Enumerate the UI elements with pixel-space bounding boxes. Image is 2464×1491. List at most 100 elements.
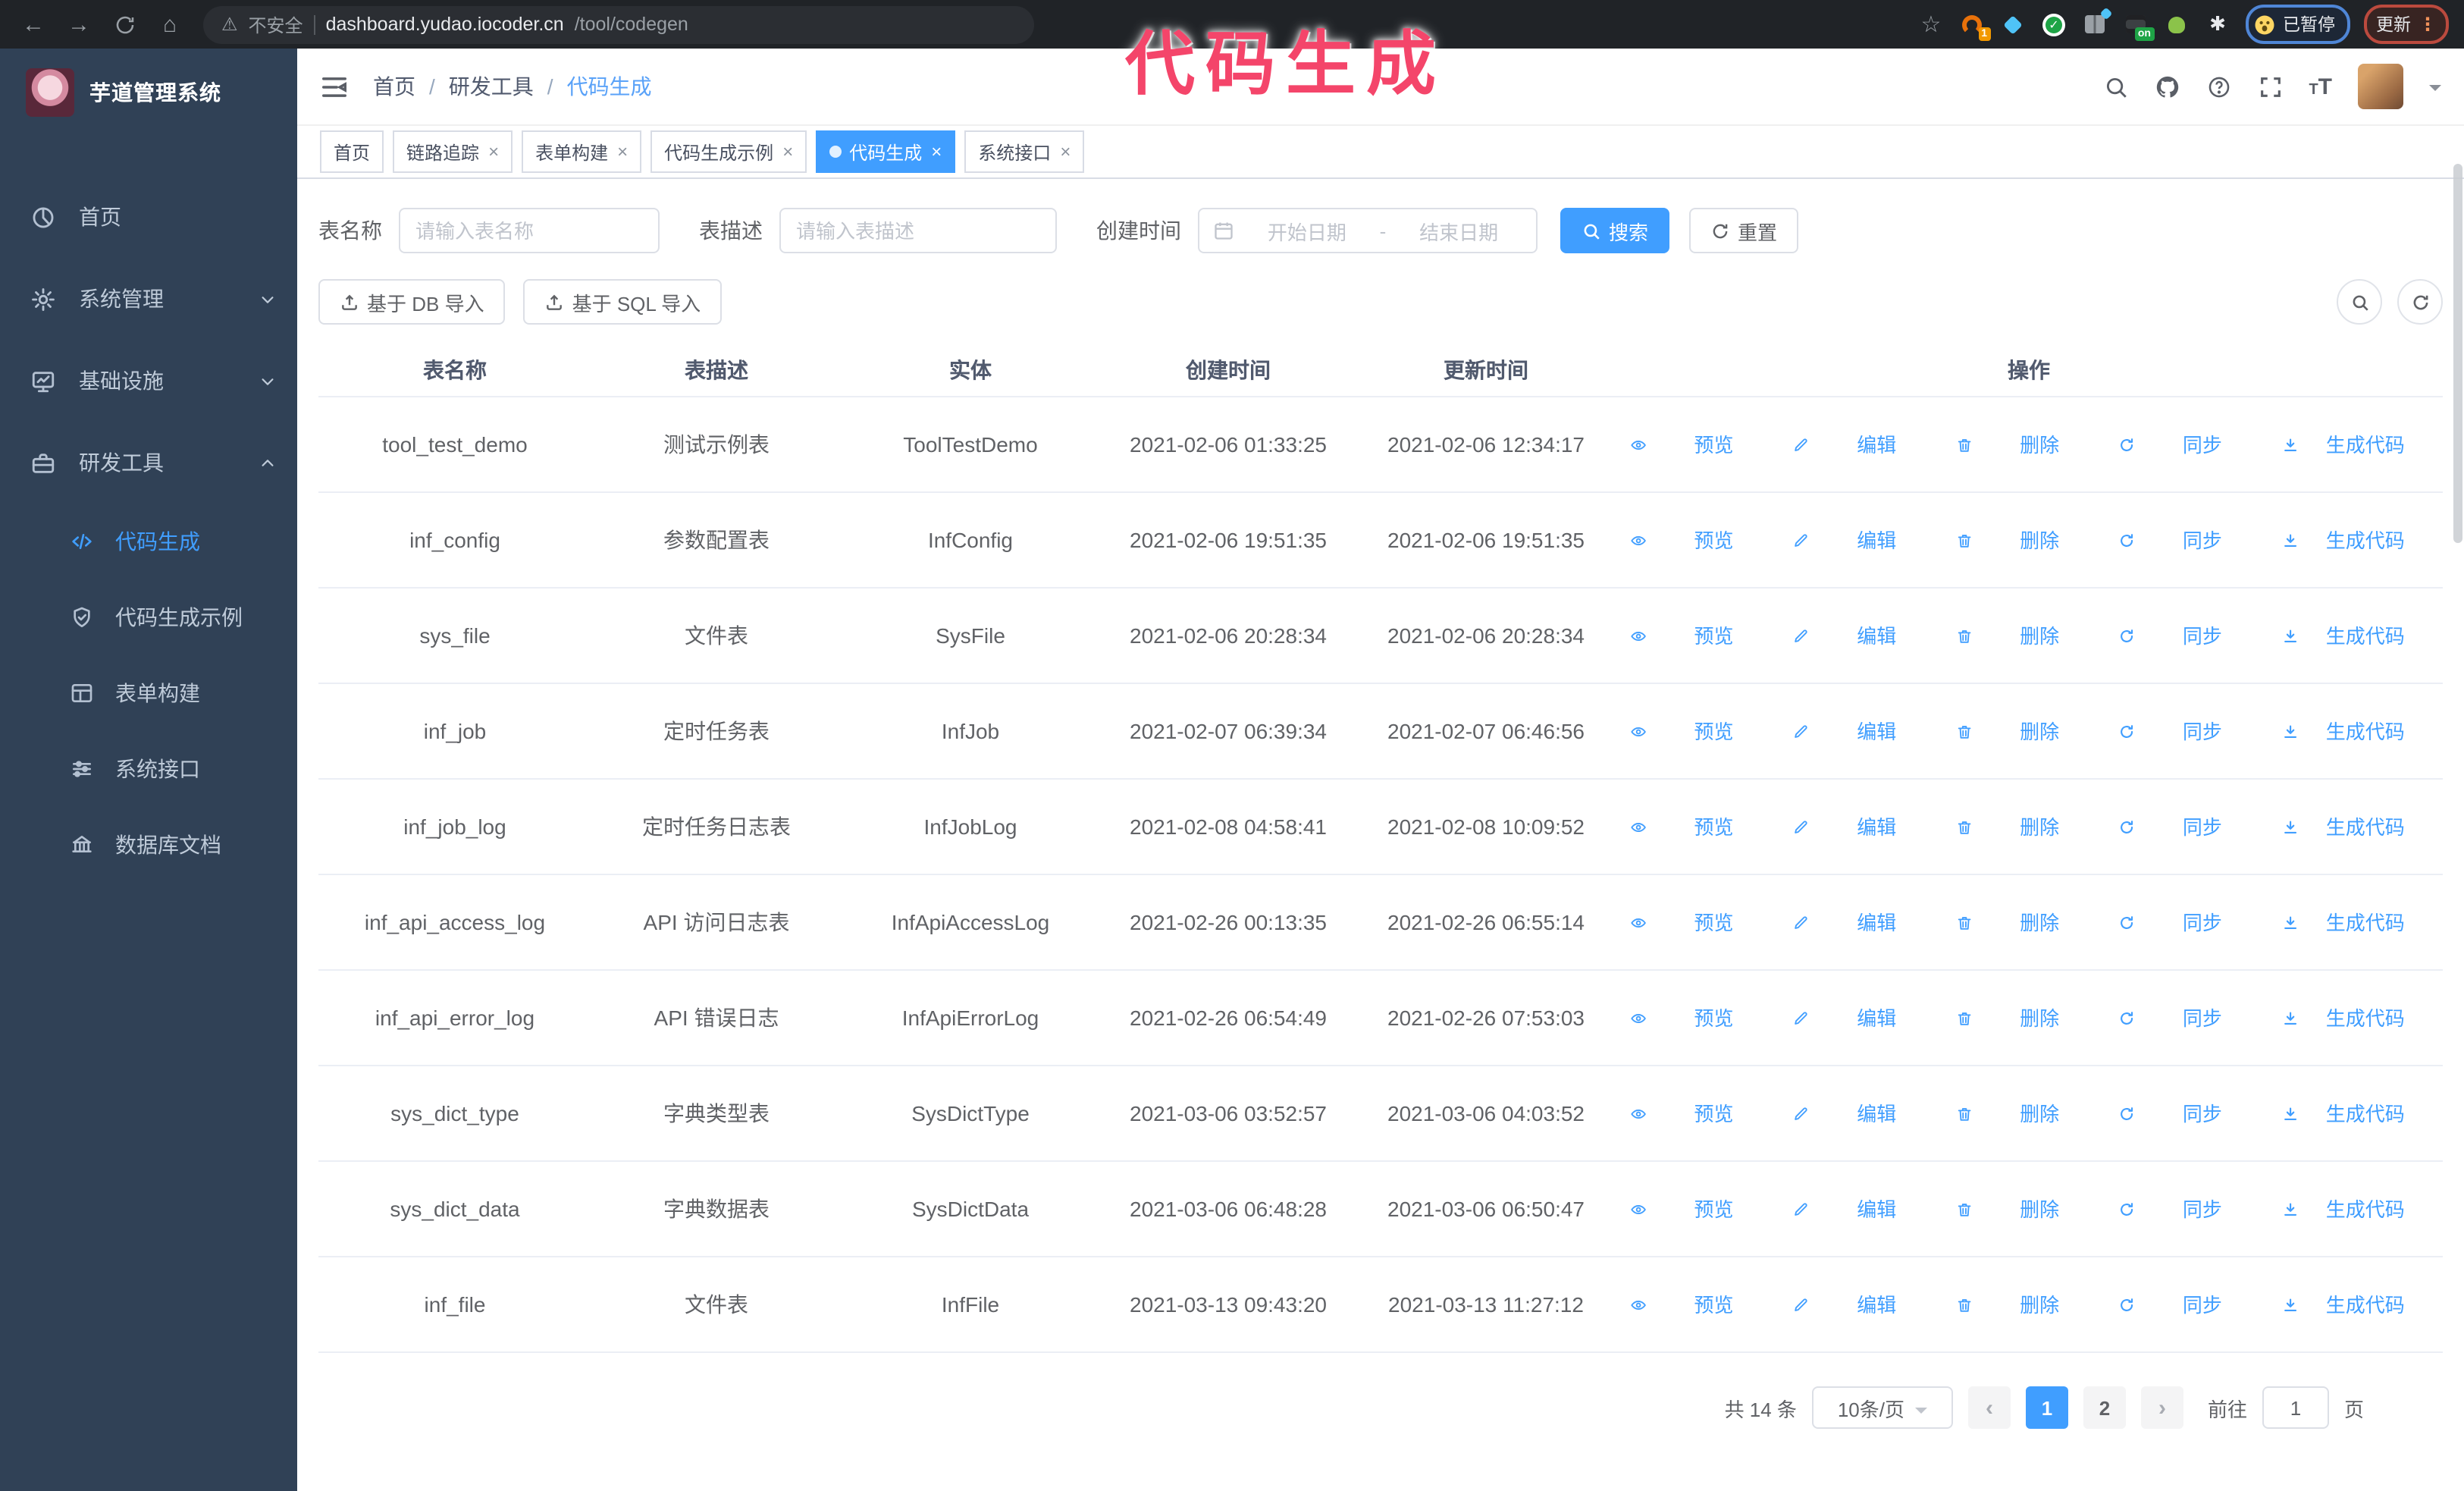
tab-close-icon[interactable]: ×: [1060, 141, 1071, 162]
tab-close-icon[interactable]: ×: [931, 141, 942, 162]
next-page-button[interactable]: ›: [2140, 1386, 2183, 1429]
action-download-link[interactable]: 生成代码: [2281, 1002, 2428, 1034]
action-download-link[interactable]: 生成代码: [2281, 811, 2428, 843]
action-download-link[interactable]: 生成代码: [2281, 1289, 2428, 1320]
browser-update-button[interactable]: 更新 ⋮: [2364, 5, 2449, 44]
date-range-picker[interactable]: 开始日期 - 结束日期: [1198, 208, 1538, 253]
puzzle-extension-icon[interactable]: ✱: [2204, 11, 2231, 38]
page-scrollbar[interactable]: [2453, 73, 2462, 1483]
table-desc-input[interactable]: [779, 208, 1057, 253]
home-icon[interactable]: ⌂: [152, 6, 188, 42]
sidebar-subitem[interactable]: 系统接口: [0, 731, 297, 807]
action-eye-link[interactable]: 预览: [1630, 715, 1776, 747]
tab-item[interactable]: 代码生成示例 ×: [650, 130, 807, 173]
fullscreen-icon[interactable]: [2257, 74, 2283, 99]
action-eye-link[interactable]: 预览: [1630, 1097, 1776, 1129]
action-sync-link[interactable]: 同步: [2118, 906, 2265, 938]
tab-item[interactable]: 首页: [320, 130, 384, 173]
tab-close-icon[interactable]: ×: [782, 141, 793, 162]
action-trash-link[interactable]: 删除: [1956, 1097, 2102, 1129]
action-download-link[interactable]: 生成代码: [2281, 715, 2428, 747]
action-download-link[interactable]: 生成代码: [2281, 1097, 2428, 1129]
sidebar-item[interactable]: 首页: [0, 176, 297, 258]
orange-circle-extension-icon[interactable]: 1: [1958, 11, 1990, 41]
action-sync-link[interactable]: 同步: [2118, 715, 2265, 747]
search-button[interactable]: 搜索: [1560, 208, 1670, 253]
tab-item[interactable]: 链路追踪 ×: [393, 130, 513, 173]
action-trash-link[interactable]: 删除: [1956, 1002, 2102, 1034]
forward-icon[interactable]: →: [61, 6, 97, 42]
bookmark-star-icon[interactable]: ☆: [1917, 11, 1945, 38]
action-sync-link[interactable]: 同步: [2118, 811, 2265, 843]
action-edit-link[interactable]: 编辑: [1793, 1002, 1939, 1034]
action-trash-link[interactable]: 删除: [1956, 811, 2102, 843]
action-sync-link[interactable]: 同步: [2118, 1289, 2265, 1320]
sidebar-subitem[interactable]: 代码生成: [0, 504, 297, 579]
action-edit-link[interactable]: 编辑: [1793, 428, 1939, 460]
action-sync-link[interactable]: 同步: [2118, 1002, 2265, 1034]
user-avatar[interactable]: [2358, 64, 2403, 109]
action-trash-link[interactable]: 删除: [1956, 906, 2102, 938]
action-edit-link[interactable]: 编辑: [1793, 906, 1939, 938]
sidebar-subitem[interactable]: 数据库文档: [0, 807, 297, 883]
action-trash-link[interactable]: 删除: [1956, 715, 2102, 747]
action-edit-link[interactable]: 编辑: [1793, 620, 1939, 651]
sidebar-subitem[interactable]: 代码生成示例: [0, 579, 297, 655]
import-sql-button[interactable]: 基于 SQL 导入: [523, 279, 723, 325]
action-trash-link[interactable]: 删除: [1956, 524, 2102, 556]
tab-item[interactable]: 系统接口 ×: [964, 130, 1085, 173]
action-trash-link[interactable]: 删除: [1956, 1289, 2102, 1320]
action-eye-link[interactable]: 预览: [1630, 428, 1776, 460]
prev-page-button[interactable]: ‹: [1967, 1386, 2011, 1429]
back-icon[interactable]: ←: [15, 6, 52, 42]
help-icon[interactable]: [2205, 74, 2231, 99]
action-eye-link[interactable]: 预览: [1630, 620, 1776, 651]
blue-gem-extension-icon[interactable]: [1999, 11, 2027, 38]
tab-item[interactable]: 表单构建 ×: [522, 130, 642, 173]
hamburger-icon[interactable]: [320, 72, 349, 101]
green-frog-extension-icon[interactable]: [2163, 11, 2190, 38]
dark-panel-extension-icon[interactable]: on: [2122, 11, 2154, 41]
panels-extension-icon[interactable]: [2081, 7, 2112, 38]
action-trash-link[interactable]: 删除: [1956, 1193, 2102, 1225]
sidebar-subitem[interactable]: 表单构建: [0, 655, 297, 731]
import-db-button[interactable]: 基于 DB 导入: [318, 279, 506, 325]
action-download-link[interactable]: 生成代码: [2281, 620, 2428, 651]
table-name-input[interactable]: [399, 208, 660, 253]
font-size-icon[interactable]: TT: [2309, 75, 2332, 98]
page-number-button[interactable]: 1: [2025, 1386, 2068, 1429]
action-edit-link[interactable]: 编辑: [1793, 715, 1939, 747]
action-eye-link[interactable]: 预览: [1630, 1193, 1776, 1225]
app-logo[interactable]: 芋道管理系统: [0, 49, 297, 137]
action-sync-link[interactable]: 同步: [2118, 620, 2265, 651]
action-edit-link[interactable]: 编辑: [1793, 811, 1939, 843]
green-check-extension-icon[interactable]: ✓: [2040, 11, 2067, 38]
action-eye-link[interactable]: 预览: [1630, 524, 1776, 556]
action-download-link[interactable]: 生成代码: [2281, 524, 2428, 556]
goto-page-input[interactable]: [2262, 1386, 2329, 1429]
toggle-search-button[interactable]: [2337, 279, 2382, 325]
reset-button[interactable]: 重置: [1689, 208, 1799, 253]
action-eye-link[interactable]: 预览: [1630, 906, 1776, 938]
action-eye-link[interactable]: 预览: [1630, 1002, 1776, 1034]
action-eye-link[interactable]: 预览: [1630, 1289, 1776, 1320]
github-icon[interactable]: [2154, 74, 2180, 99]
tab-close-icon[interactable]: ×: [488, 141, 499, 162]
action-sync-link[interactable]: 同步: [2118, 524, 2265, 556]
search-icon[interactable]: [2102, 74, 2128, 99]
action-edit-link[interactable]: 编辑: [1793, 1289, 1939, 1320]
user-caret-down-icon[interactable]: [2429, 85, 2441, 97]
sidebar-item[interactable]: 研发工具: [0, 422, 297, 504]
action-eye-link[interactable]: 预览: [1630, 811, 1776, 843]
breadcrumb-item[interactable]: 首页: [373, 74, 415, 99]
refresh-table-button[interactable]: [2397, 279, 2443, 325]
page-number-button[interactable]: 2: [2083, 1386, 2126, 1429]
breadcrumb-item[interactable]: 研发工具: [449, 74, 534, 99]
action-download-link[interactable]: 生成代码: [2281, 906, 2428, 938]
tab-close-icon[interactable]: ×: [617, 141, 628, 162]
sidebar-item[interactable]: 基础设施: [0, 340, 297, 422]
page-size-select[interactable]: 10条/页: [1811, 1386, 1953, 1429]
reload-icon[interactable]: [106, 6, 143, 42]
address-bar[interactable]: ⚠ 不安全 dashboard.yudao.iocoder.cn/tool/co…: [203, 5, 1034, 43]
scrollbar-thumb[interactable]: [2453, 164, 2462, 543]
